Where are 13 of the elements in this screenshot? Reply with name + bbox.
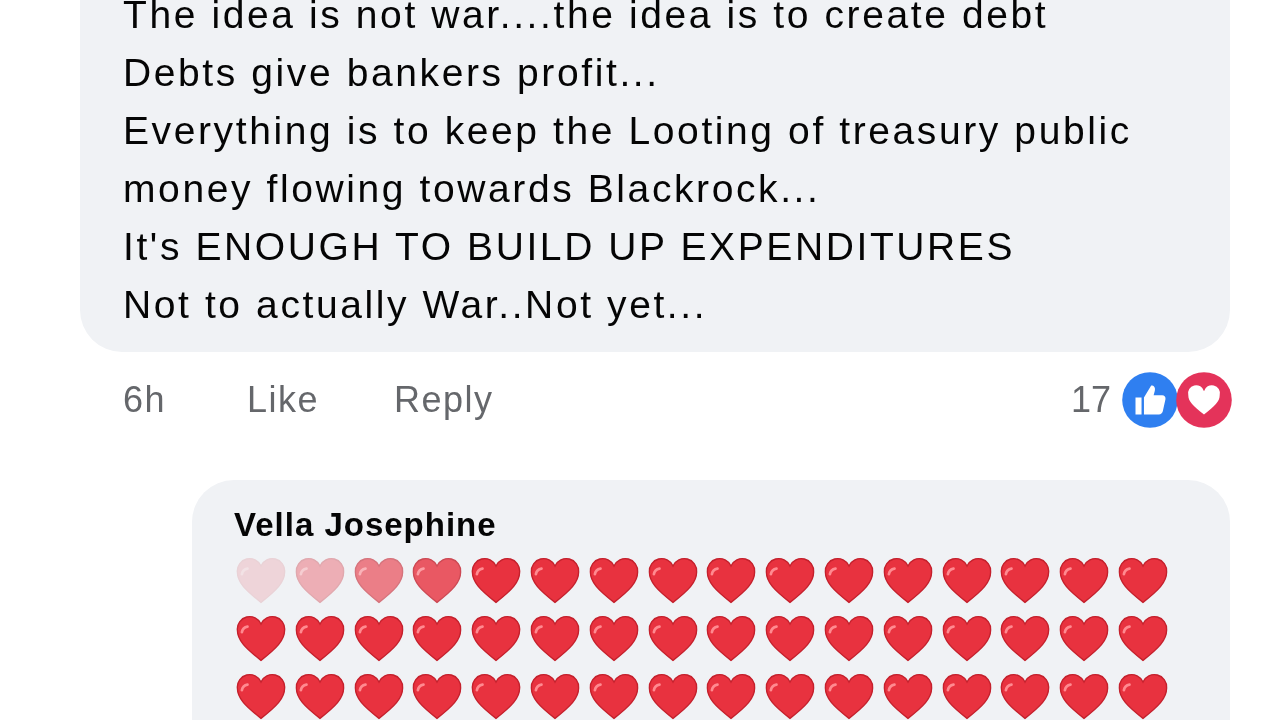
comment-time: 6h [123,379,168,421]
reply-button[interactable]: Reply [394,379,494,421]
heart-reaction-icon [1175,371,1233,429]
like-button[interactable]: Like [247,379,320,421]
author-name: Vella Josephine [234,506,497,544]
comment-text: money flowing towards Blackrock... [123,166,821,212]
reaction-count: 17 [1070,379,1111,421]
thumbs-up-icon [1121,371,1179,429]
comment-text: Not to actually War..Not yet... [123,282,708,328]
comment-text: Everything is to keep the Looting of treasury public [123,108,1132,154]
comment-text: The idea is not war....the idea is to create debt [123,0,1049,38]
comment-text: Debts give bankers profit... [123,50,660,96]
comment-text: It's ENOUGH TO BUILD UP EXPENDITURES [123,224,1016,270]
